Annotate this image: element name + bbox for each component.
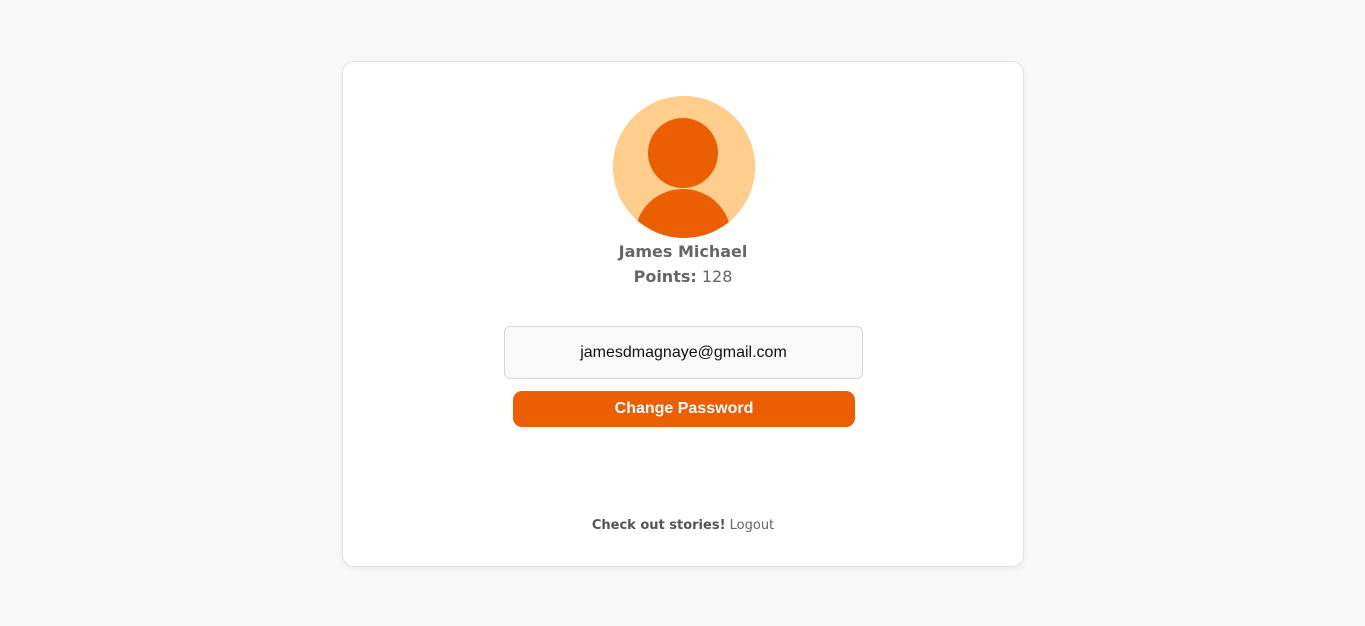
profile-name: James Michael xyxy=(618,242,748,261)
user-avatar-icon xyxy=(613,96,755,238)
footer-links: Check out stories! Logout xyxy=(343,518,1023,533)
points-value: 128 xyxy=(701,267,733,286)
points-label: Points: xyxy=(633,267,697,286)
profile-card: James Michael Points: 128 jamesdmagnaye@… xyxy=(342,61,1024,567)
email-field: jamesdmagnaye@gmail.com xyxy=(504,326,863,379)
stories-link[interactable]: Check out stories! xyxy=(592,518,726,533)
logout-link[interactable]: Logout xyxy=(730,518,775,533)
change-password-button[interactable]: Change Password xyxy=(513,391,855,427)
points-display: Points: 128 xyxy=(343,267,1023,286)
